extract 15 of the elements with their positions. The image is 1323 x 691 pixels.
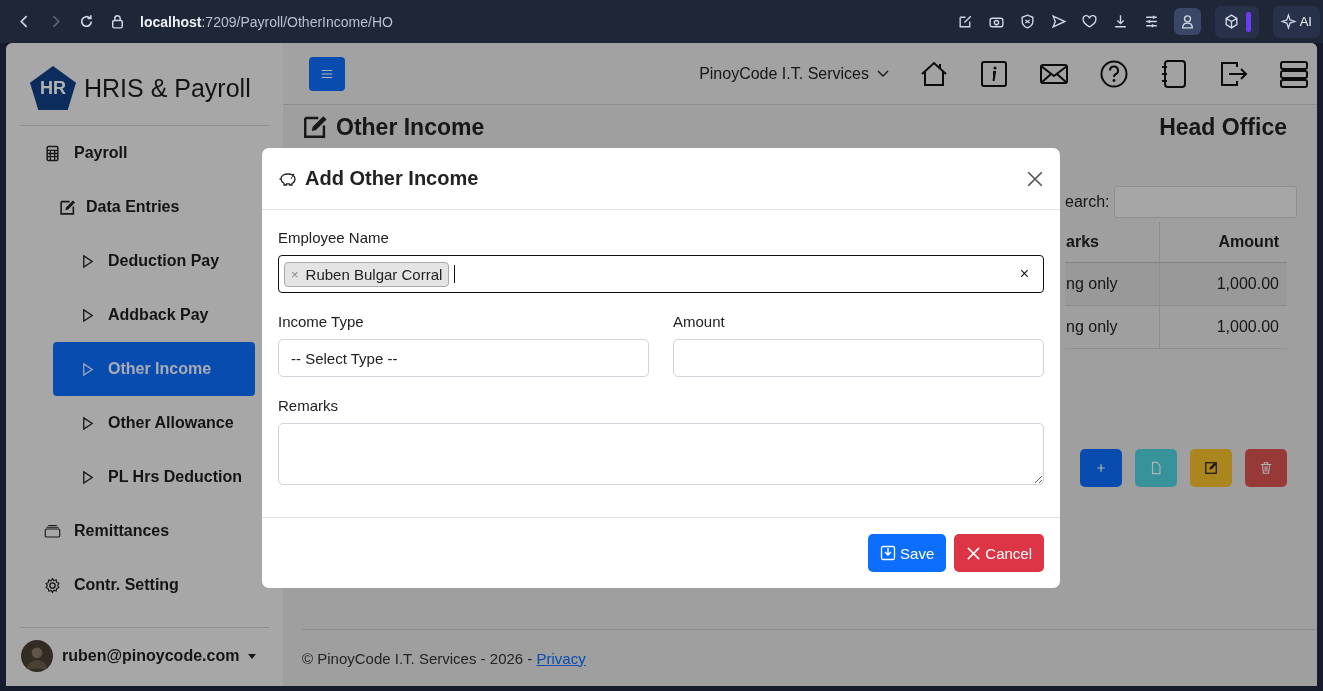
table-cell: 1,000.00 — [1159, 305, 1287, 349]
field-label: Income Type — [278, 313, 364, 330]
app-title: HRIS & Payroll — [84, 73, 251, 103]
dialog-title: Add Other Income — [305, 167, 479, 190]
footer-text: © PinoyCode I.T. Services - 2026 - Privacy — [302, 649, 586, 667]
field-label: Amount — [673, 313, 725, 330]
search-label: earch: — [1065, 193, 1110, 211]
table-cell: ng only — [1065, 262, 1160, 306]
table-cell: 1,000.00 — [1159, 262, 1287, 306]
page-title: Other Income — [336, 113, 485, 141]
field-label: Employee Name — [278, 229, 389, 246]
hr-logo: HR — [30, 66, 76, 110]
branch-name: Head Office — [1159, 113, 1287, 141]
field-label: Remarks — [278, 397, 338, 414]
table-cell: ng only — [1065, 305, 1160, 349]
